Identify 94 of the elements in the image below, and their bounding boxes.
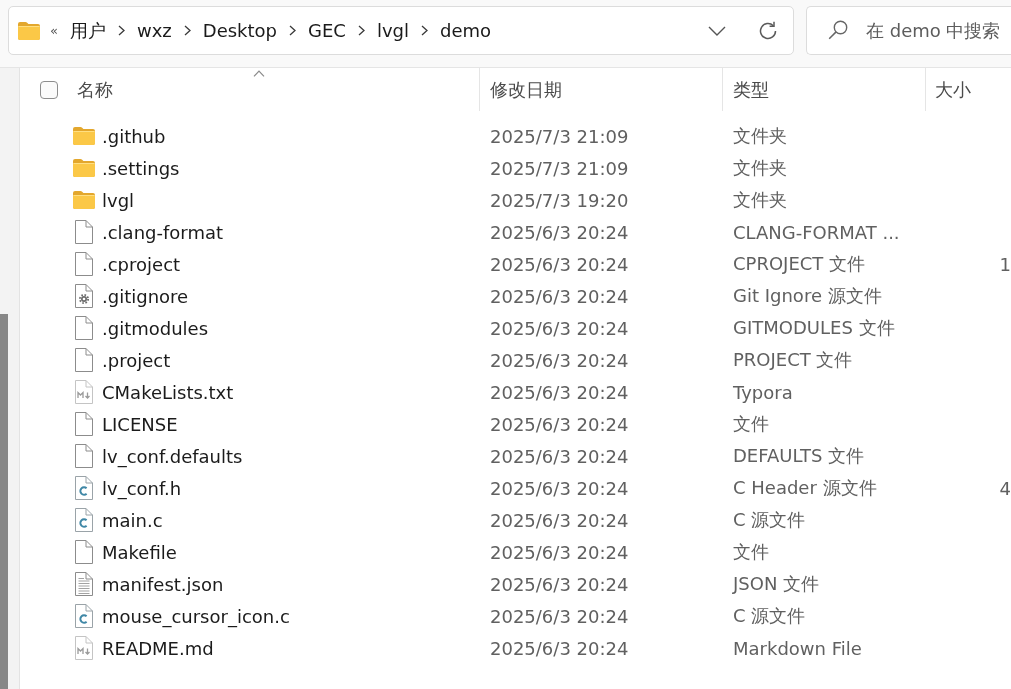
modified-date: 2025/6/3 20:24: [490, 413, 629, 435]
file-type: 文件: [733, 541, 769, 562]
file-name[interactable]: LICENSE: [102, 413, 178, 435]
file-icon: [75, 348, 93, 372]
modified-date: 2025/6/3 20:24: [490, 541, 629, 563]
modified-date: 2025/6/3 20:24: [490, 381, 629, 403]
modified-date: 2025/7/3 21:09: [490, 125, 629, 147]
modified-date: 2025/6/3 20:24: [490, 573, 629, 595]
file-type: GITMODULES 文件: [733, 317, 895, 338]
file-type: Markdown File: [733, 637, 862, 659]
file-name[interactable]: lvgl: [102, 189, 135, 211]
file-name[interactable]: README.md: [102, 637, 214, 659]
breadcrumb[interactable]: 用户: [69, 18, 106, 43]
modified-date: 2025/6/3 20:24: [490, 637, 629, 659]
modified-date: 2025/6/3 20:24: [490, 605, 629, 627]
folder-icon: [18, 21, 40, 40]
modified-date: 2025/6/3 20:24: [490, 221, 629, 243]
file-icon: [75, 220, 93, 244]
breadcrumb[interactable]: demo: [440, 18, 492, 43]
file-icon: [75, 252, 93, 276]
file-name[interactable]: manifest.json: [102, 573, 224, 595]
modified-date: 2025/6/3 20:24: [490, 317, 629, 339]
modified-date: 2025/6/3 20:24: [490, 253, 629, 275]
chevron-right-icon[interactable]: [421, 25, 428, 36]
c-file-icon: [75, 508, 93, 532]
file-type: C 源文件: [733, 509, 806, 530]
select-all-checkbox[interactable]: [40, 80, 58, 99]
chevron-down-icon[interactable]: [708, 25, 726, 36]
column-header[interactable]: 名称: [58, 68, 479, 111]
file-type: C 源文件: [733, 605, 806, 626]
file-name[interactable]: .project: [102, 349, 171, 371]
chevron-right-icon[interactable]: [357, 25, 365, 36]
breadcrumb[interactable]: GEC: [308, 18, 346, 43]
file-type: PROJECT 文件: [733, 349, 853, 370]
file-name[interactable]: .cproject: [102, 253, 181, 275]
file-icon: [75, 540, 93, 564]
modified-date: 2025/7/3 19:20: [490, 189, 629, 211]
file-name[interactable]: .gitignore: [102, 285, 189, 307]
file-name[interactable]: lv_conf.defaults: [102, 445, 243, 467]
file-size: 4: [999, 477, 1011, 499]
markdown-file-icon: [75, 380, 93, 404]
file-type: 文件: [733, 413, 769, 434]
file-type: 文件夹: [733, 189, 787, 210]
column-header[interactable]: 类型: [723, 68, 925, 111]
file-type: DEFAULTS 文件: [733, 445, 865, 466]
file-name[interactable]: lv_conf.h: [102, 477, 182, 499]
file-type: C Header 源文件: [733, 477, 877, 498]
chevron-right-icon[interactable]: [117, 25, 125, 36]
breadcrumb-overflow[interactable]: «: [50, 22, 58, 39]
gear-file-icon: [75, 284, 93, 308]
file-name[interactable]: main.c: [102, 509, 163, 531]
file-icon: [75, 412, 93, 436]
file-type: Typora: [733, 381, 793, 403]
c-file-icon: [75, 476, 93, 500]
file-name[interactable]: .gitmodules: [102, 317, 209, 339]
modified-date: 2025/6/3 20:24: [490, 477, 629, 499]
modified-date: 2025/6/3 20:24: [490, 445, 629, 467]
address-bar[interactable]: « 用户 wxz Desktop GEC lvgl demo: [8, 6, 794, 55]
file-icon: [75, 316, 93, 340]
file-type: 文件夹: [733, 157, 787, 178]
file-type: Git Ignore 源文件: [733, 285, 882, 306]
file-type: JSON 文件: [733, 573, 820, 594]
refresh-icon[interactable]: [758, 20, 778, 41]
file-name[interactable]: .github: [102, 125, 166, 147]
file-name[interactable]: .clang-format: [102, 221, 224, 243]
file-type: 文件夹: [733, 125, 787, 146]
folder-icon: [73, 191, 95, 209]
search-field[interactable]: 在 demo 中搜索: [806, 6, 1011, 55]
file-name[interactable]: Makefile: [102, 541, 177, 563]
file-name[interactable]: CMakeLists.txt: [102, 381, 234, 403]
file-name[interactable]: mouse_cursor_icon.c: [102, 605, 290, 627]
modified-date: 2025/6/3 20:24: [490, 285, 629, 307]
folder-icon: [73, 127, 95, 145]
file-name[interactable]: .settings: [102, 157, 180, 179]
file-size: 1: [999, 253, 1011, 275]
markdown-file-icon: [75, 636, 93, 660]
search-icon: [828, 20, 848, 40]
breadcrumb[interactable]: lvgl: [376, 18, 409, 43]
chevron-right-icon[interactable]: [289, 25, 297, 36]
scrollbar-thumb[interactable]: [0, 314, 8, 689]
file-type: CLANG-FORMAT ...: [733, 221, 900, 243]
file-type: CPROJECT 文件: [733, 253, 866, 274]
c-file-icon: [75, 604, 93, 628]
folder-icon: [73, 159, 95, 177]
breadcrumb[interactable]: Desktop: [202, 18, 278, 43]
column-header[interactable]: 修改日期: [480, 68, 722, 111]
chevron-right-icon[interactable]: [183, 25, 191, 36]
file-icon: [75, 444, 93, 468]
modified-date: 2025/6/3 20:24: [490, 509, 629, 531]
modified-date: 2025/6/3 20:24: [490, 349, 629, 371]
column-header[interactable]: 大小: [926, 68, 1011, 111]
breadcrumb[interactable]: wxz: [136, 18, 172, 43]
modified-date: 2025/7/3 21:09: [490, 157, 629, 179]
text-file-icon: [75, 572, 93, 596]
